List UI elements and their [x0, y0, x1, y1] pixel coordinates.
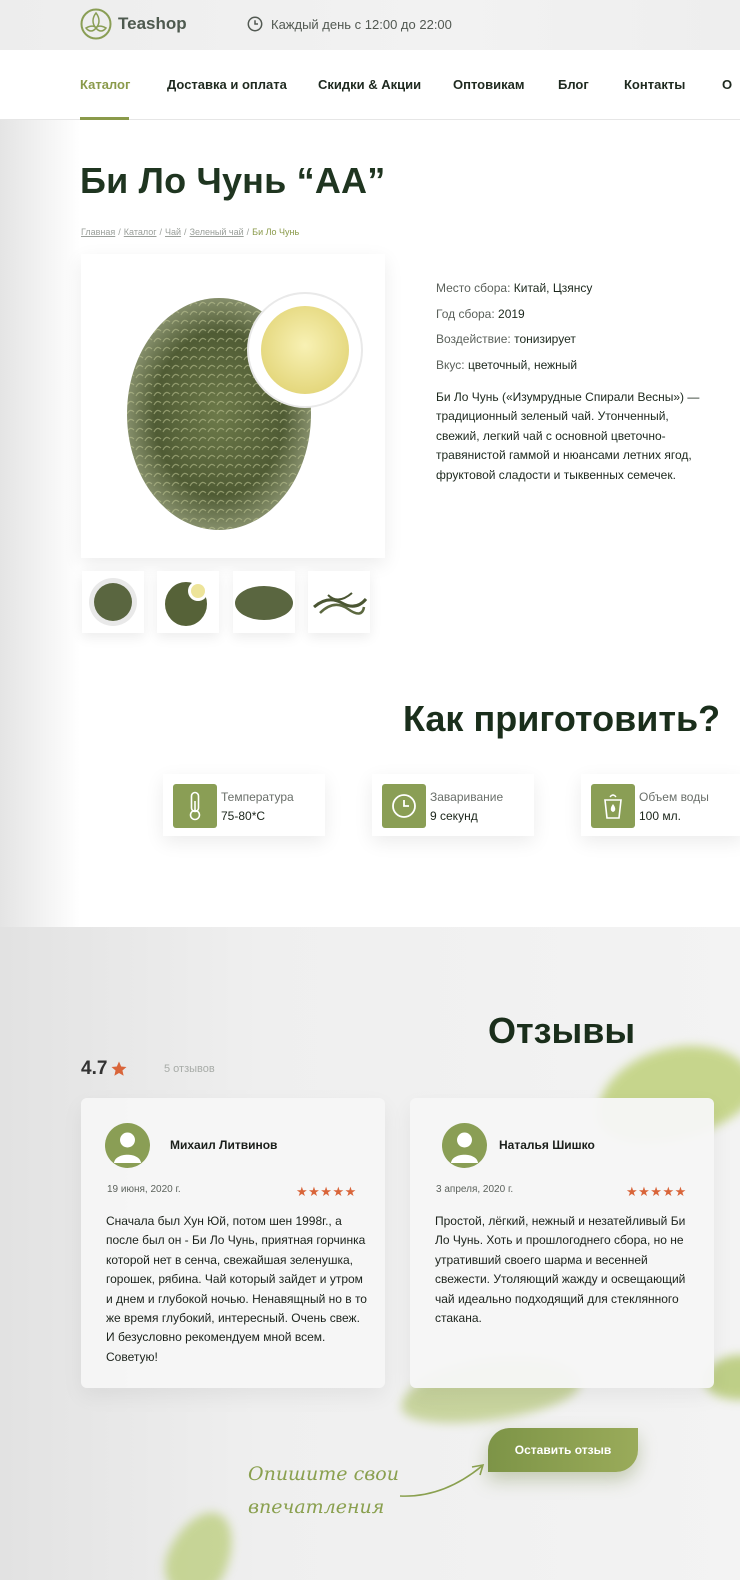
- handwritten-note: Опишите свои впечатления: [248, 1463, 399, 1518]
- breadcrumb-home[interactable]: Главная: [81, 227, 115, 237]
- breadcrumb-tea[interactable]: Чай: [165, 227, 181, 237]
- avatar: [442, 1123, 487, 1168]
- reviewer-name: Наталья Шишко: [499, 1138, 595, 1152]
- review-text: Простой, лёгкий, нежный и незатейливый Б…: [435, 1214, 686, 1326]
- brew-value: 100 мл.: [639, 809, 681, 823]
- nav-delivery[interactable]: Доставка и оплата: [167, 77, 287, 92]
- property-year: Год сбора: 2019: [436, 306, 525, 321]
- star-icon: [111, 1061, 127, 1076]
- breadcrumb-catalog[interactable]: Каталог: [124, 227, 157, 237]
- thumbnail-4[interactable]: [308, 571, 370, 633]
- logo-icon: [80, 8, 112, 40]
- reviews-title: Отзывы: [488, 1010, 636, 1051]
- nav-discounts[interactable]: Скидки & Акции: [318, 77, 421, 92]
- reviewer-name: Михаил Литвинов: [170, 1138, 278, 1152]
- brew-temperature-card: Температура 75-80*С: [163, 774, 325, 836]
- review-stars: ★★★★★: [296, 1184, 357, 1199]
- average-rating: 4.7: [81, 1058, 128, 1080]
- tea-leaves-photo: [127, 292, 363, 530]
- brew-label: Температура: [221, 790, 294, 804]
- nav-catalog[interactable]: Каталог: [80, 77, 130, 92]
- product-main-image[interactable]: [81, 254, 385, 558]
- breadcrumb: Главная / Каталог / Чай / Зеленый чай / Би Ло Чу…: [81, 227, 300, 237]
- brew-value: 9 секунд: [430, 809, 478, 823]
- thumbnail-2[interactable]: [157, 571, 219, 633]
- review-date: 19 июня, 2020 г.: [107, 1184, 181, 1195]
- product-title: Би Ло Чунь “АА”: [80, 160, 386, 201]
- clock-icon: [247, 16, 263, 32]
- rating-value: 4.7: [81, 1058, 108, 1079]
- hours-text: Каждый день с 12:00 до 22:00: [271, 16, 452, 32]
- property-origin: Место сбора: Китай, Цзянсу: [436, 281, 593, 295]
- brew-title: Как приготовить?: [403, 698, 721, 739]
- thumbnail-3[interactable]: [233, 571, 295, 633]
- cup-icon: [604, 794, 622, 819]
- main-nav: Каталог Доставка и оплата Скидки & Акции…: [0, 50, 740, 120]
- thumbnail-1[interactable]: [82, 571, 144, 633]
- brew-time-card: Заваривание 9 секунд: [372, 774, 534, 836]
- breadcrumb-current: Би Ло Чунь: [252, 227, 300, 237]
- breadcrumb-green-tea[interactable]: Зеленый чай: [190, 227, 244, 237]
- brew-label: Заваривание: [430, 790, 504, 804]
- user-icon: [114, 1132, 141, 1163]
- product-properties: Место сбора: Китай, Цзянсу Год сбора: 20…: [436, 281, 592, 383]
- logo-text: Teashop: [118, 14, 187, 33]
- nav-active-indicator: [80, 117, 129, 120]
- leave-review-button[interactable]: Оставить отзыв: [488, 1428, 638, 1472]
- property-taste: Вкус: цветочный, нежный: [436, 357, 578, 372]
- brew-volume-card: Объем воды 100 мл.: [581, 774, 740, 836]
- review-card: Михаил Литвинов 19 июня, 2020 г. ★★★★★ С…: [81, 1098, 385, 1388]
- working-hours: Каждый день с 12:00 до 22:00: [247, 16, 452, 32]
- brew-value: 75-80*С: [221, 809, 266, 823]
- top-bar: Teashop Каждый день с 12:00 до 22:00: [0, 0, 740, 50]
- user-icon: [451, 1132, 478, 1163]
- nav-blog[interactable]: Блог: [558, 77, 589, 92]
- review-text: Сначала был Хун Юй, потом шен 1998г., а …: [106, 1214, 367, 1364]
- reviews-count: 5 отзывов: [164, 1063, 215, 1075]
- review-stars: ★★★★★: [626, 1184, 687, 1199]
- left-shade: [0, 120, 80, 940]
- review-date: 3 апреля, 2020 г.: [436, 1184, 514, 1195]
- arrow-icon: [399, 1463, 485, 1497]
- avatar: [105, 1123, 150, 1168]
- review-card: Наталья Шишко 3 апреля, 2020 г. ★★★★★ Пр…: [410, 1098, 714, 1388]
- property-effect: Воздействие: тонизирует: [436, 332, 576, 346]
- nav-about[interactable]: О: [722, 77, 732, 92]
- product-description: Би Ло Чунь («Изумрудные Спирали Весны») …: [436, 390, 700, 482]
- logo[interactable]: Teashop: [80, 8, 187, 40]
- nav-contacts[interactable]: Контакты: [624, 77, 685, 92]
- nav-wholesale[interactable]: Оптовикам: [453, 77, 524, 92]
- clock-icon: [392, 794, 416, 818]
- brew-label: Объем воды: [639, 790, 709, 804]
- thermometer-icon: [189, 791, 201, 821]
